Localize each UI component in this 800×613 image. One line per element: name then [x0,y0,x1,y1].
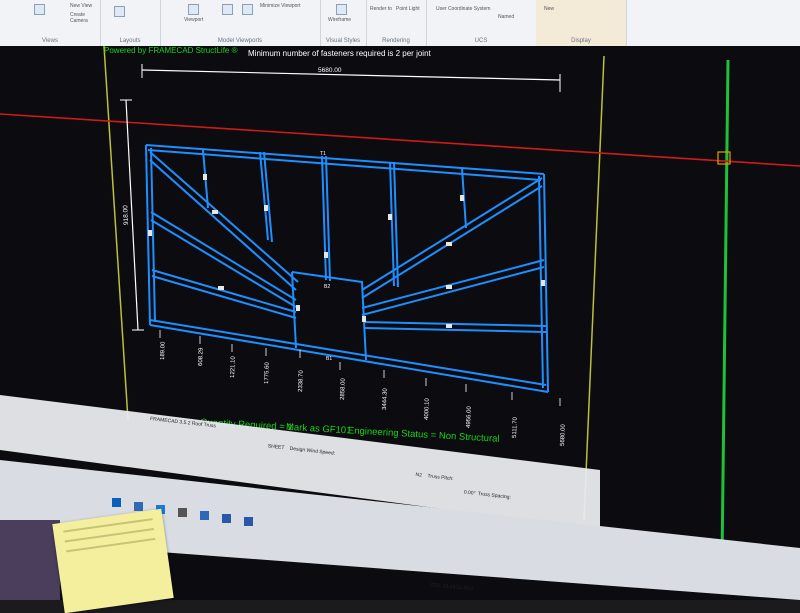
ribbon-group-layouts: Layouts [100,0,161,46]
bottom-chord[interactable] [149,324,549,393]
named-button[interactable]: Named [498,14,514,20]
viewport-icon[interactable] [188,4,199,15]
group-label-display: Display [571,38,591,44]
group-label-visual-styles: Visual Styles [325,38,361,44]
web-left-3[interactable] [151,269,297,313]
overall-height-label: 918.00 [122,205,130,225]
point-light-button[interactable]: Point Light [396,6,420,12]
sticky-note [52,508,174,613]
bottom-chord-tag: B1 [326,356,332,362]
desk-background [0,520,60,600]
green-guide-line [720,59,730,561]
fastener-note: Minimum number of fasteners required is … [248,49,432,58]
red-reference-line [0,113,800,167]
user-coordinate-system-button[interactable]: User Coordinate System [436,6,490,12]
dim-label: 4956.00 [466,406,473,429]
app-icon[interactable] [244,517,253,526]
app-icon[interactable] [222,514,231,523]
top-chord-tag: T1 [320,151,326,157]
web-left-1[interactable] [149,151,299,283]
dim-label: 1775.60 [264,362,271,385]
layout-icon[interactable] [114,6,125,17]
web-right-2[interactable] [361,259,545,309]
stub-tag: B2 [324,284,330,290]
wireframe-icon[interactable] [336,4,347,15]
vertical-center[interactable] [321,155,327,281]
dim-label: 4000.10 [424,398,431,421]
app-icon[interactable] [134,502,143,511]
ribbon-group-visual-styles: Wireframe Visual Styles [320,0,367,46]
dim-label: 5111.70 [512,416,519,438]
overall-width-dim-line [141,69,561,81]
vertical-left-2[interactable] [259,151,269,241]
start-icon[interactable] [112,498,121,507]
minimize-viewport-button[interactable]: Minimize Viewport [260,3,300,9]
n2-label: N2 [415,472,422,479]
dim-label: 1221.10 [230,356,237,379]
ribbon-group-display: New Display [536,0,627,46]
ribbon-group-rendering: Render to Point Light Rendering [366,0,427,46]
app-icon[interactable] [200,511,209,520]
dim-label: 2338.70 [298,370,305,393]
ribbon-group-ucs: User Coordinate System Named UCS [426,0,537,46]
viewport-border-right [583,55,605,521]
truss-frame [145,144,549,393]
viewport-config-icon[interactable] [222,4,233,15]
dim-label: 5680.00 [560,424,567,447]
view-icon[interactable] [34,4,45,15]
group-label-views: Views [42,38,58,44]
top-chord[interactable] [145,144,545,175]
ribbon-toolbar: New View Create Camera Views Layouts Vie… [0,0,800,47]
group-label-layouts: Layouts [119,38,141,44]
viewport-border-left [103,46,129,421]
framecad-credit: Powered by FRAMECAD StructLife ® [104,46,238,55]
web-right-1[interactable] [361,177,543,291]
dim-label: 608.29 [198,347,205,366]
new-view-button[interactable]: New View [70,3,92,9]
web-right-3[interactable] [363,321,547,327]
wireframe-button[interactable]: Wireframe [328,17,351,23]
vertical-right-1[interactable] [389,161,395,287]
app-icon[interactable] [178,508,187,517]
dim-label: 3444.30 [382,388,389,411]
overall-width-label: 5680.00 [318,67,342,74]
ribbon-group-model-viewports: Viewport Minimize Viewport Model Viewpor… [160,0,321,46]
viewport-button[interactable]: Viewport [184,17,203,23]
new-button[interactable]: New [544,6,554,12]
join-viewport-icon[interactable] [242,4,253,15]
dim-label: 189.00 [160,341,167,360]
create-camera-button[interactable]: Create Camera [70,12,100,24]
taskbar-clock: 2021.10.14 15:30:0 [430,582,474,592]
group-label-rendering: Rendering [382,38,410,44]
group-label-model-viewports: Model Viewports [217,38,263,44]
render-to-button[interactable]: Render to [370,6,392,12]
ribbon-group-views: New View Create Camera Views [0,0,101,46]
dimension-ticks [159,330,561,406]
dim-label: 2858.00 [340,378,347,401]
group-label-ucs: UCS [474,38,488,44]
